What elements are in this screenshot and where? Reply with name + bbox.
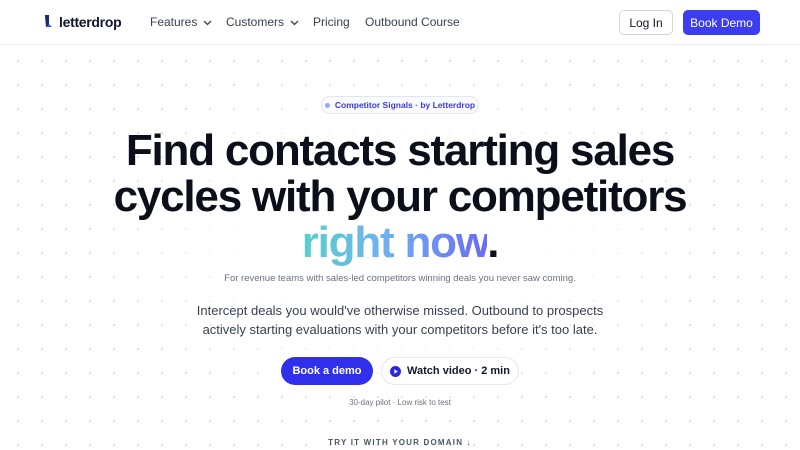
top-navbar: letterdrop Features Customers Pricing Ou…: [0, 0, 800, 45]
play-icon: [390, 365, 402, 377]
description-line-1: Intercept deals you would've otherwise m…: [196, 303, 604, 318]
watch-video-label: Watch video · 2 min: [407, 365, 510, 377]
hero-headline: Find contacts starting sales cycles with…: [0, 128, 800, 266]
login-button[interactable]: Log In: [619, 10, 673, 35]
hero-section: Competitor Signals · by Letterdrop Find …: [0, 45, 800, 450]
brand-name: letterdrop: [59, 14, 122, 30]
hero-description: Intercept deals you would've otherwise m…: [0, 301, 800, 339]
nav-item-label: Pricing: [313, 15, 350, 29]
headline-line-3: right now.: [0, 220, 800, 266]
try-with-domain-link[interactable]: TRY IT WITH YOUR DOMAIN ↓: [0, 438, 800, 447]
book-demo-button[interactable]: Book Demo: [683, 10, 760, 35]
pilot-note: 30-day pilot · Low risk to test: [349, 398, 451, 407]
letterdrop-logo-icon: [45, 15, 52, 27]
description-line-2: actively starting evaluations with your …: [202, 322, 598, 337]
headline-line-2: cycles with your competitors: [113, 172, 688, 221]
badge-label: Competitor Signals · by Letterdrop: [334, 100, 476, 110]
book-a-demo-button[interactable]: Book a demo: [281, 357, 373, 385]
nav-item-pricing[interactable]: Pricing: [313, 15, 350, 29]
nav-item-outbound-course[interactable]: Outbound Course: [365, 15, 460, 29]
chevron-down-icon: [290, 20, 299, 25]
nav-item-label: Features: [150, 15, 198, 29]
hero-subheading: For revenue teams with sales-led competi…: [224, 273, 576, 284]
headline-line-1: Find contacts starting sales: [125, 126, 676, 175]
nav-item-customers[interactable]: Customers: [226, 15, 299, 29]
chevron-down-icon: [203, 20, 212, 25]
watch-video-button[interactable]: Watch video · 2 min: [381, 357, 519, 385]
competitor-signals-badge[interactable]: Competitor Signals · by Letterdrop: [321, 96, 479, 114]
headline-period: .: [487, 218, 499, 267]
nav-item-label: Outbound Course: [365, 15, 460, 29]
badge-dot-icon: [324, 102, 330, 108]
nav-item-features[interactable]: Features: [150, 15, 212, 29]
brand-logo[interactable]: letterdrop: [43, 14, 122, 30]
headline-highlight: right now: [301, 218, 489, 267]
nav-item-label: Customers: [226, 15, 285, 29]
